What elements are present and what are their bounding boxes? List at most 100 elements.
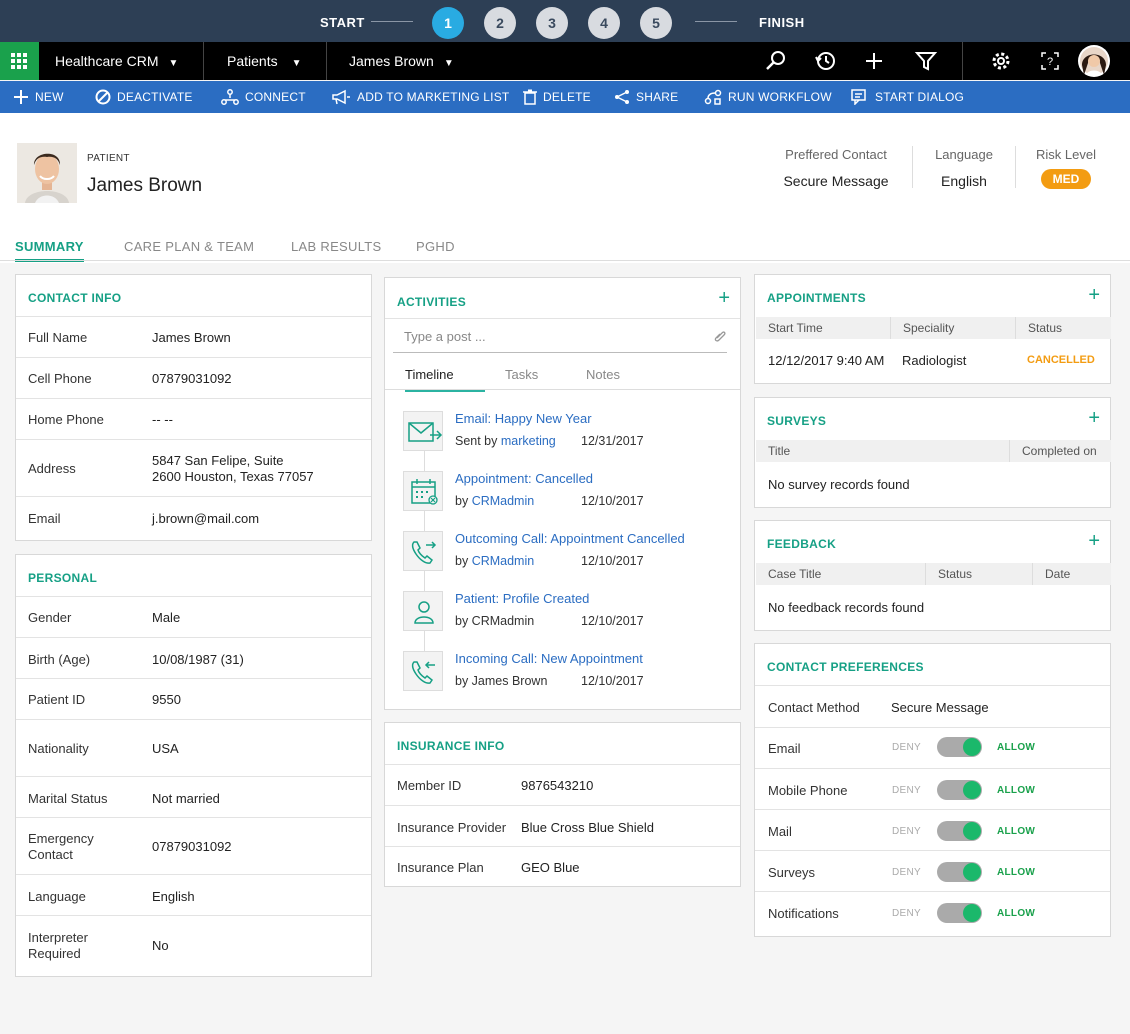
timeline-item-by: by James Brown (455, 674, 548, 688)
help-icon[interactable]: ? (1038, 50, 1062, 72)
history-icon[interactable] (814, 50, 838, 72)
pref-label: Email (768, 741, 801, 756)
app-selector[interactable]: Healthcare CRM ▼ (39, 42, 204, 80)
column-header-start-time[interactable]: Start Time (756, 317, 891, 339)
birth-value: 10/08/1987 (31) (152, 652, 244, 667)
pref-row-mobile-phone: Mobile Phone DENY ALLOW (755, 768, 1110, 809)
cell-phone-link[interactable]: 07879031092 (152, 371, 232, 386)
tab-summary[interactable]: SUMMARY (15, 239, 84, 262)
search-icon[interactable] (764, 50, 788, 72)
progress-step-4[interactable]: 4 (588, 7, 620, 39)
timeline-item[interactable]: Appointment: Cancelled by CRMadmin 12/10… (403, 471, 723, 521)
start-dialog-button[interactable]: START DIALOG (851, 81, 964, 113)
delete-button[interactable]: DELETE (523, 81, 591, 113)
column-header-status[interactable]: Status (926, 563, 1033, 585)
deny-label: DENY (892, 867, 921, 878)
email-link[interactable]: j.brown@mail.com (152, 511, 259, 526)
column-header-completed-on[interactable]: Completed on (1010, 440, 1111, 462)
tab-timeline[interactable]: Timeline (405, 367, 485, 392)
timeline-item[interactable]: Patient: Profile Created by CRMadmin 12/… (403, 591, 723, 641)
gender-row: Gender Male (16, 596, 371, 637)
timeline-item-title[interactable]: Outcoming Call: Appointment Cancelled (455, 531, 685, 546)
run-workflow-button[interactable]: RUN WORKFLOW (704, 81, 832, 113)
plus-icon[interactable] (862, 50, 886, 72)
language-field: Language English (924, 147, 1004, 189)
timeline-item-title[interactable]: Email: Happy New Year (455, 411, 592, 426)
column-header-status[interactable]: Status (1016, 317, 1111, 339)
appointment-speciality: Radiologist (902, 353, 967, 368)
timeline-item-title[interactable]: Appointment: Cancelled (455, 471, 593, 486)
timeline-item[interactable]: Incoming Call: New Appointment by James … (403, 651, 723, 701)
full-name-value: James Brown (152, 330, 231, 345)
post-input[interactable]: Type a post ... (393, 321, 727, 353)
emergency-contact-link[interactable]: 07879031092 (152, 839, 232, 854)
column-header-date[interactable]: Date (1033, 563, 1111, 585)
new-button[interactable]: NEW (13, 81, 64, 113)
add-feedback-button[interactable]: + (1088, 531, 1100, 551)
feedback-card: FEEDBACK + Case Title Status Date No fee… (754, 520, 1111, 631)
column-header-speciality[interactable]: Speciality (891, 317, 1016, 339)
add-activity-button[interactable]: + (718, 288, 730, 308)
progress-step-1[interactable]: 1 (432, 7, 464, 39)
add-to-marketing-list-button[interactable]: ADD TO MARKETING LIST (331, 81, 509, 113)
surveys-toggle[interactable] (937, 862, 982, 882)
mail-toggle[interactable] (937, 821, 982, 841)
appointments-title: APPOINTMENTS (767, 291, 866, 305)
toggle-knob (963, 781, 981, 799)
language-value: English (152, 889, 195, 904)
header-divider (912, 146, 913, 188)
progress-finish-label: FINISH (759, 15, 805, 30)
deactivate-button[interactable]: DEACTIVATE (95, 81, 193, 113)
progress-step-3[interactable]: 3 (536, 7, 568, 39)
connect-button[interactable]: CONNECT (221, 81, 306, 113)
progress-step-5[interactable]: 5 (640, 7, 672, 39)
column-header-title[interactable]: Title (756, 440, 1010, 462)
attachment-icon[interactable] (712, 329, 726, 343)
gear-icon[interactable] (989, 50, 1013, 72)
share-button[interactable]: SHARE (614, 81, 678, 113)
timeline-item[interactable]: Outcoming Call: Appointment Cancelled by… (403, 531, 723, 581)
tab-tasks[interactable]: Tasks (505, 367, 538, 382)
command-bar: NEW DEACTIVATE CONNECT ADD TO MARKETING … (0, 81, 1130, 113)
add-appointment-button[interactable]: + (1088, 285, 1100, 305)
timeline-item-title[interactable]: Incoming Call: New Appointment (455, 651, 643, 666)
block-icon (95, 89, 111, 105)
app-launcher-button[interactable] (0, 42, 39, 80)
timeline-item-owner-link[interactable]: CRMadmin (472, 554, 535, 568)
progress-step-2[interactable]: 2 (484, 7, 516, 39)
plus-icon (14, 90, 28, 104)
address-line-2: 2600 Houston, Texas 77057 (152, 469, 314, 484)
notifications-toggle[interactable] (937, 903, 982, 923)
timeline-item-owner-link[interactable]: CRMadmin (472, 494, 535, 508)
tab-lab-results[interactable]: LAB RESULTS (291, 239, 381, 254)
timeline-item-title[interactable]: Patient: Profile Created (455, 591, 589, 606)
pref-row-email: Email DENY ALLOW (755, 727, 1110, 768)
interpreter-label-1: Interpreter (28, 930, 88, 945)
filter-icon[interactable] (914, 50, 938, 72)
record-selector[interactable]: James Brown ▼ (327, 42, 467, 80)
allow-label: ALLOW (997, 908, 1036, 919)
entity-selector[interactable]: Patients ▼ (204, 42, 327, 80)
mobile-phone-toggle[interactable] (937, 780, 982, 800)
grid-icon (11, 53, 27, 69)
add-survey-button[interactable]: + (1088, 408, 1100, 428)
language-row: Language English (16, 874, 371, 915)
appointments-card: APPOINTMENTS + Start Time Speciality Sta… (754, 274, 1111, 384)
column-header-case-title[interactable]: Case Title (756, 563, 926, 585)
timeline-item-owner-link[interactable]: marketing (501, 434, 556, 448)
user-avatar[interactable] (1078, 45, 1110, 77)
contact-method-row: Contact Method Secure Message (755, 685, 1110, 727)
appointment-start-time[interactable]: 12/12/2017 9:40 AM (768, 353, 884, 368)
tab-care-plan-team[interactable]: CARE PLAN & TEAM (124, 239, 254, 254)
nationality-value: USA (152, 741, 179, 756)
home-phone-value: -- -- (152, 412, 173, 427)
email-toggle[interactable] (937, 737, 982, 757)
deny-label: DENY (892, 742, 921, 753)
tab-pghd[interactable]: PGHD (416, 239, 455, 254)
toggle-knob (963, 904, 981, 922)
patient-photo (17, 143, 77, 203)
risk-level-label: Risk Level (1036, 147, 1096, 162)
tab-notes[interactable]: Notes (586, 367, 620, 382)
timeline-item[interactable]: Email: Happy New Year Sent by marketing … (403, 411, 723, 461)
risk-level-field: Risk Level MED (1030, 147, 1102, 189)
